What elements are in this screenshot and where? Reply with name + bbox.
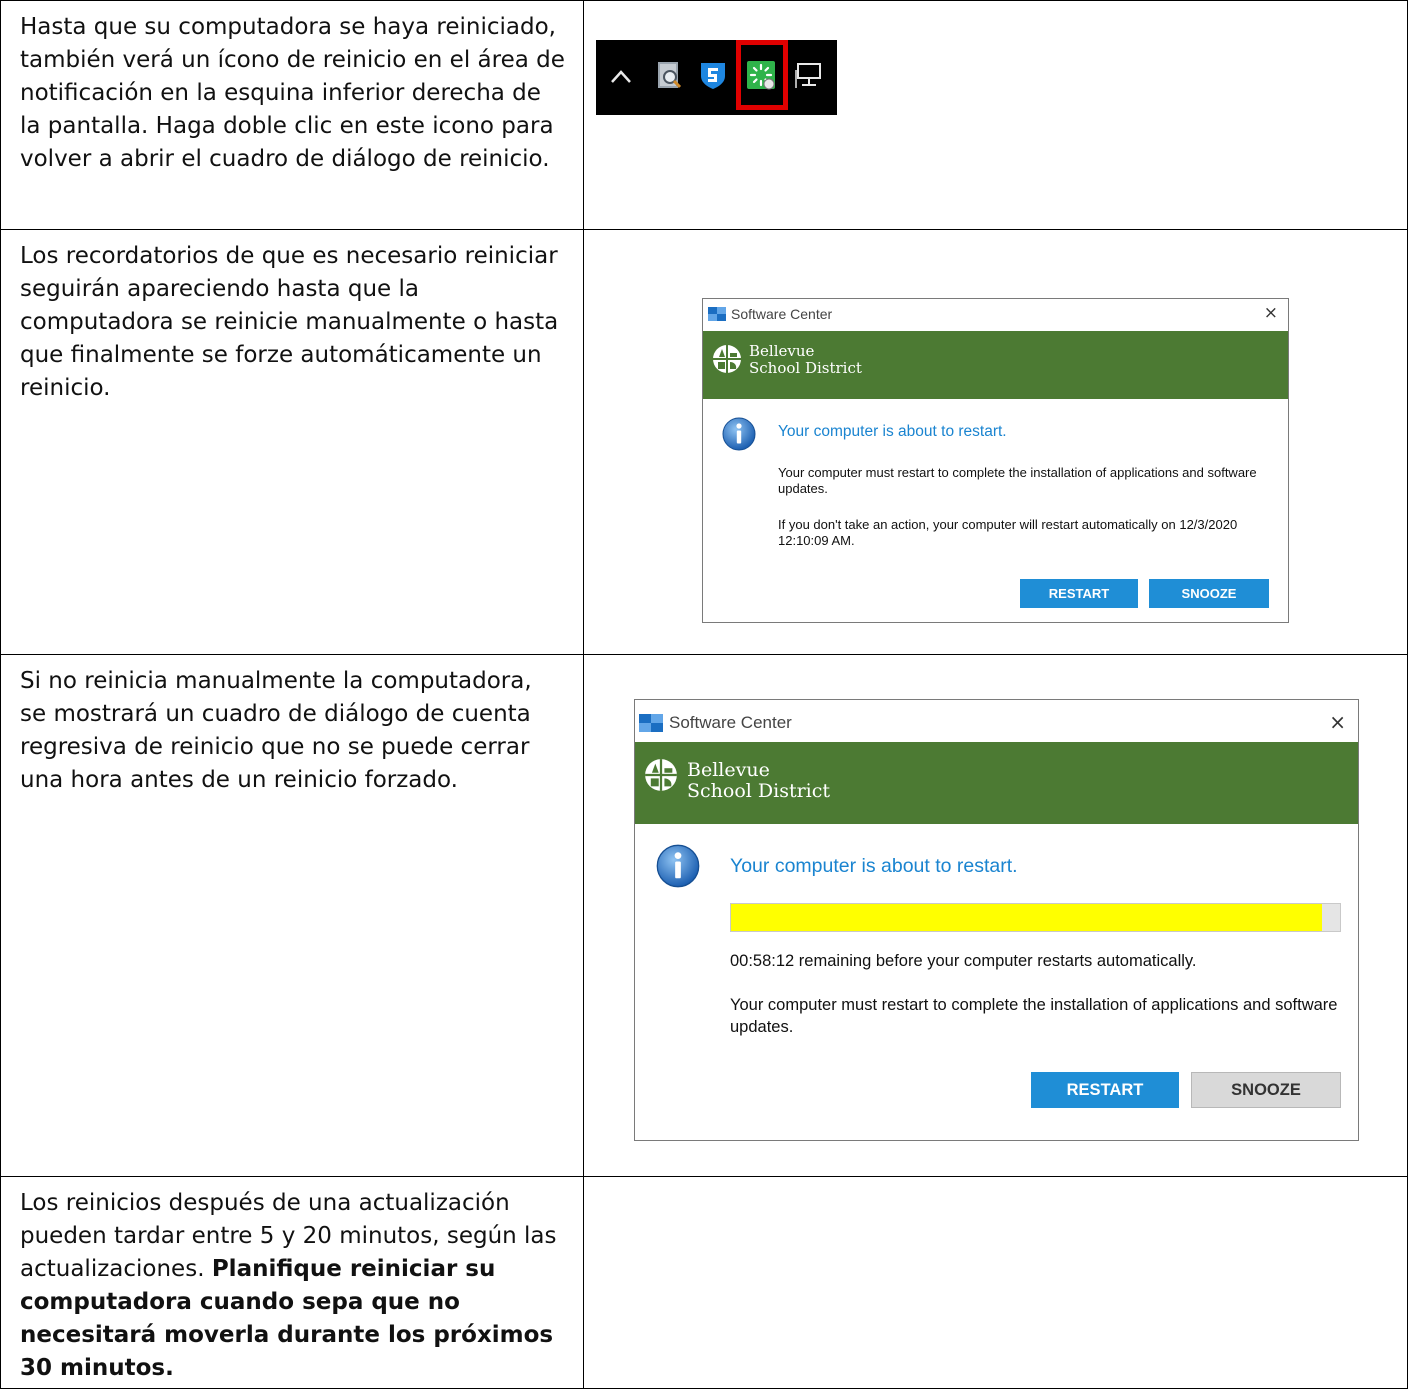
row-image-cell bbox=[583, 1176, 1408, 1389]
network-monitor-icon[interactable] bbox=[794, 60, 824, 90]
disk-search-icon[interactable] bbox=[654, 60, 684, 90]
info-icon bbox=[722, 417, 756, 451]
title-bar: Software Center × bbox=[703, 299, 1288, 331]
countdown-remaining-text: 00:58:12 remaining before your computer … bbox=[730, 952, 1197, 970]
row4-text: Los reinicios después de una actualizaci… bbox=[1, 1177, 583, 1385]
snooze-button[interactable]: SNOOZE bbox=[1149, 579, 1269, 608]
table-row: Hasta que su computadora se haya reinici… bbox=[0, 0, 1408, 230]
row1-text: Hasta que su computadora se haya reinici… bbox=[20, 14, 565, 172]
countdown-progress-fill bbox=[731, 904, 1322, 931]
dialog-body-text: Your computer must restart to complete t… bbox=[778, 465, 1257, 496]
restart-button[interactable]: RESTART bbox=[1031, 1072, 1179, 1108]
brand-line1: Bellevue bbox=[749, 342, 815, 360]
dialog-heading: Your computer is about to restart. bbox=[730, 855, 1018, 877]
title-bar: Software Center × bbox=[635, 700, 1358, 742]
dialog-body-text: Your computer must restart to complete t… bbox=[730, 996, 1338, 1036]
restart-button[interactable]: RESTART bbox=[1020, 579, 1138, 608]
software-center-icon bbox=[639, 714, 663, 732]
district-name: Bellevue School District bbox=[749, 343, 862, 377]
dialog-heading: Your computer is about to restart. bbox=[778, 423, 1007, 440]
district-name: Bellevue School District bbox=[687, 760, 830, 802]
shield-s-icon[interactable] bbox=[698, 60, 728, 90]
restart-icon-highlight bbox=[736, 40, 788, 110]
brand-line2: School District bbox=[687, 780, 831, 802]
brand-banner: Bellevue School District bbox=[703, 331, 1288, 399]
notification-area bbox=[596, 40, 837, 115]
countdown-progress-bar bbox=[730, 903, 1341, 932]
info-icon bbox=[656, 844, 700, 888]
brand-line2: School District bbox=[749, 359, 862, 377]
row-text-cell: Hasta que su computadora se haya reinici… bbox=[0, 0, 584, 230]
brand-line1: Bellevue bbox=[687, 759, 770, 781]
district-logo-icon bbox=[645, 759, 677, 791]
row-image-cell bbox=[583, 0, 1408, 230]
restart-dialog-countdown: Software Center × Bellevue School Distri… bbox=[634, 699, 1359, 1141]
software-center-icon bbox=[708, 307, 726, 321]
dialog-title: Software Center bbox=[669, 713, 792, 732]
chevron-up-icon[interactable] bbox=[610, 56, 632, 96]
restart-deadline-text: If you don't take an action, your comput… bbox=[778, 517, 1238, 548]
table-row: Los reinicios después de una actualizaci… bbox=[0, 1176, 1408, 1389]
dialog-title: Software Center bbox=[731, 306, 833, 322]
row-text-cell: Los reinicios después de una actualizaci… bbox=[0, 1176, 584, 1389]
instructions-table: Hasta que su computadora se haya reinici… bbox=[0, 0, 1408, 1389]
close-icon[interactable]: × bbox=[1329, 710, 1346, 734]
row-text-cell: Si no reinicia manualmente la computador… bbox=[0, 654, 584, 1177]
snooze-button: SNOOZE bbox=[1191, 1072, 1341, 1108]
district-logo-icon bbox=[713, 345, 741, 373]
row-text-cell: Los recordatorios de que es necesario re… bbox=[0, 229, 584, 655]
brand-banner: Bellevue School District bbox=[635, 742, 1358, 824]
restart-dialog-reminder: Software Center × Bellevue School Distri… bbox=[702, 298, 1289, 623]
row3-text: Si no reinicia manualmente la computador… bbox=[20, 668, 532, 793]
row2-text: Los recordatorios de que es necesario re… bbox=[20, 243, 559, 401]
close-icon[interactable]: × bbox=[1264, 303, 1278, 323]
